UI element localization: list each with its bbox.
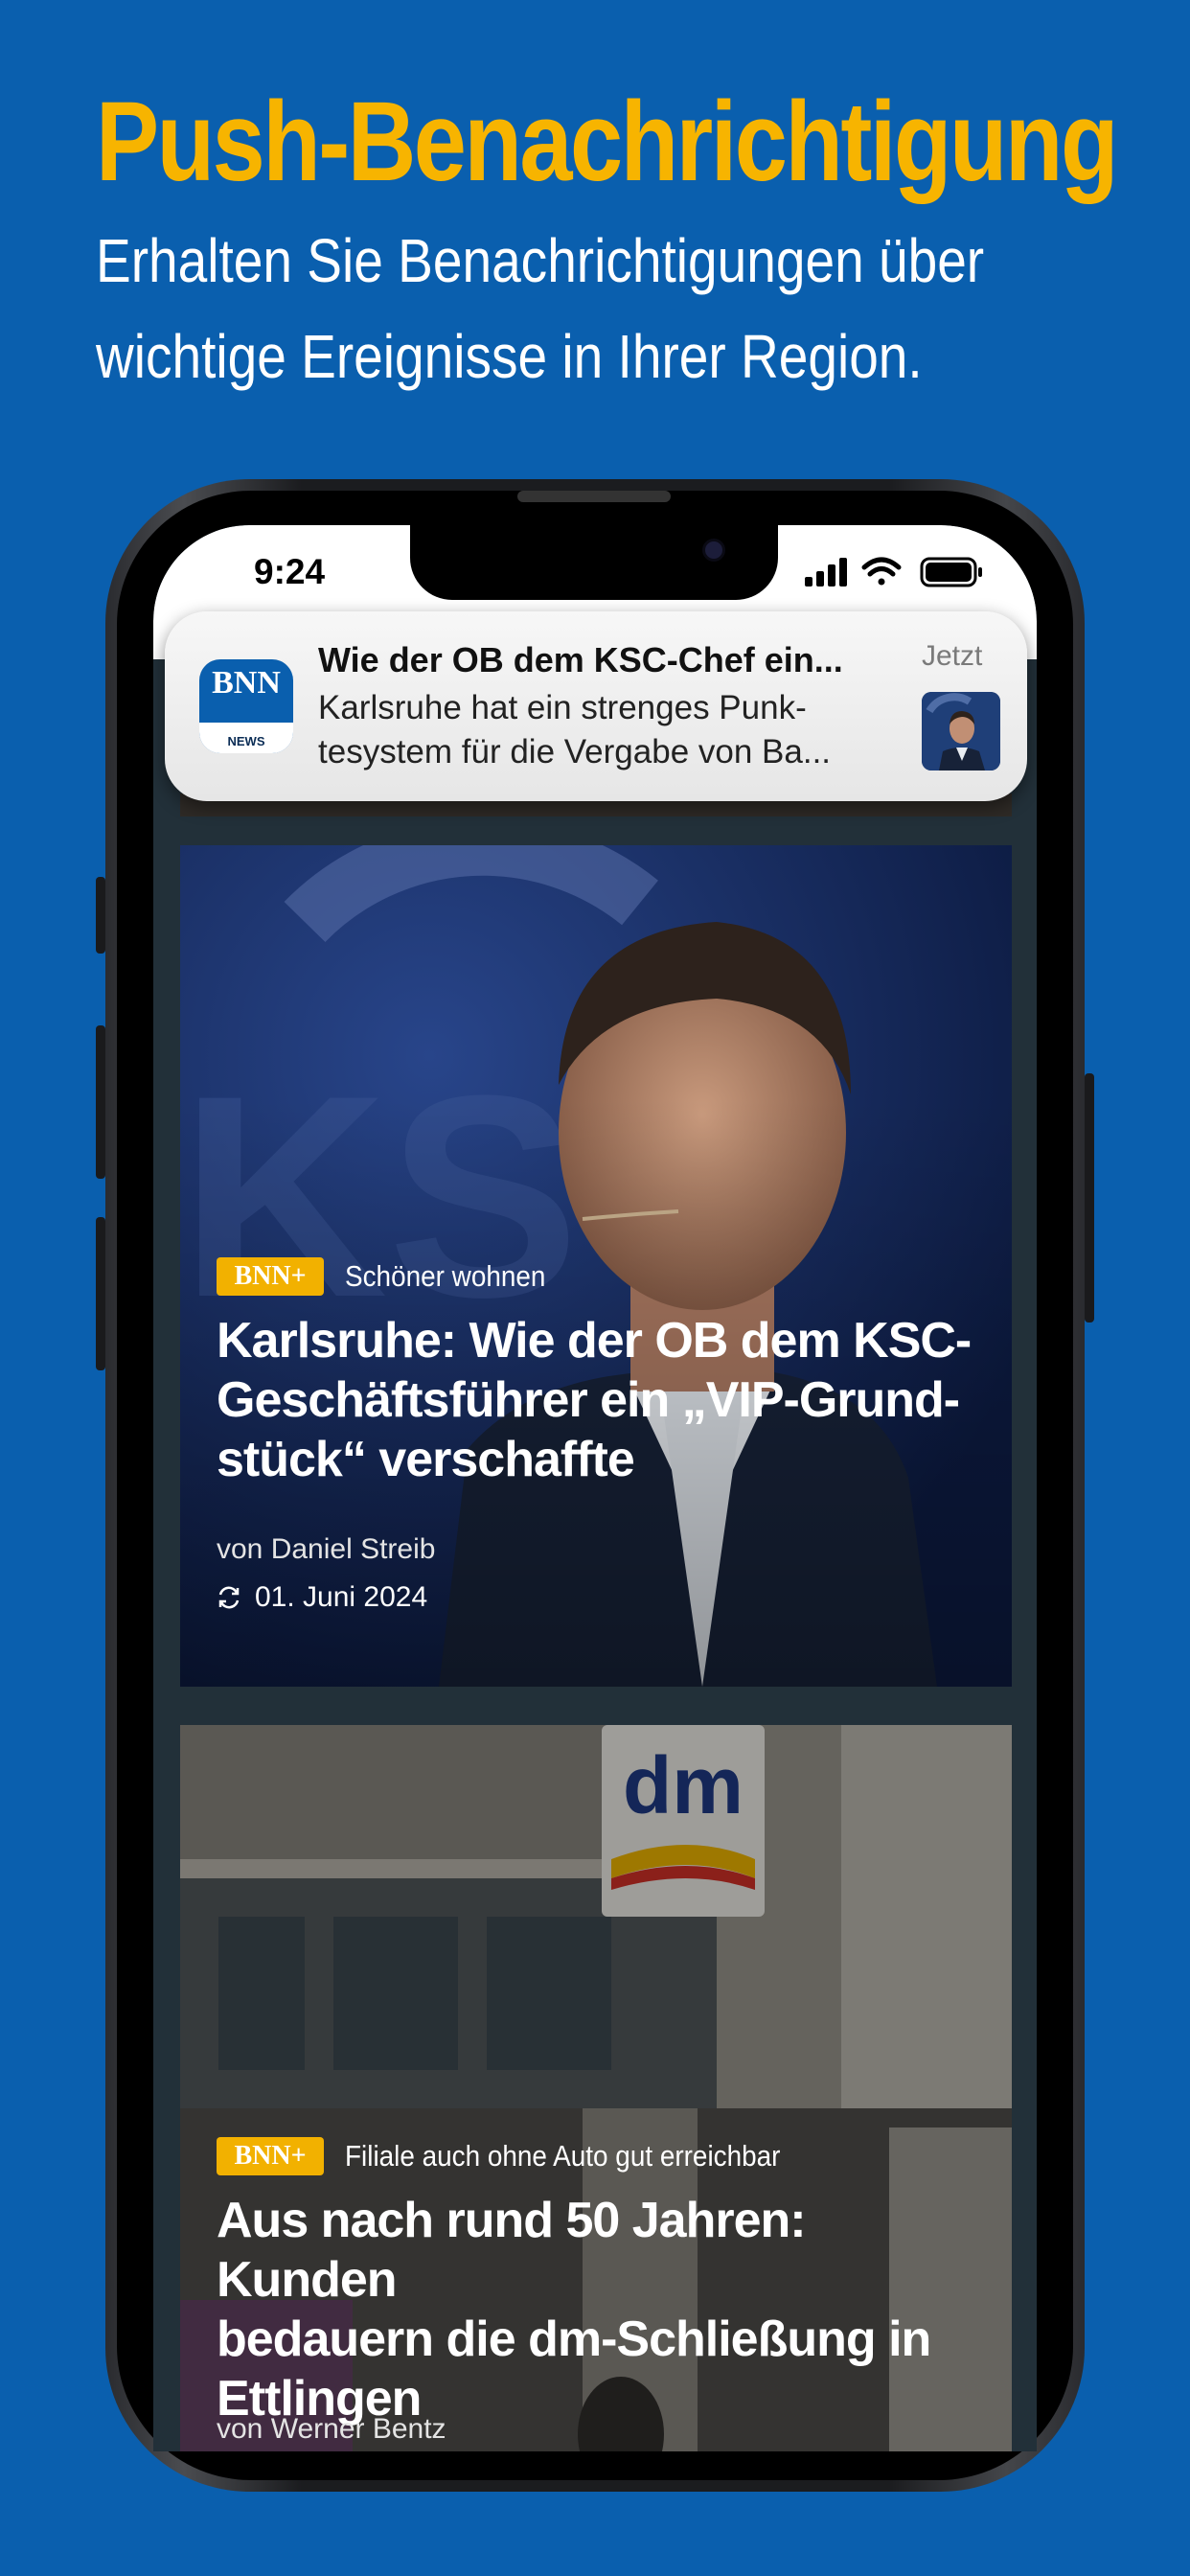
notification-title: Wie der OB dem KSC-Chef ein... — [318, 640, 843, 679]
app-icon-sub: NEWS — [227, 734, 265, 748]
headline-line: Aus nach rund 50 Jahren: Kunden — [217, 2193, 807, 2308]
notification-body-line: tesystem für die Vergabe von Ba... — [318, 733, 832, 770]
refresh-icon — [218, 1586, 240, 1609]
article-headline[interactable]: Aus nach rund 50 Jahren: Kunden bedauern… — [217, 2191, 973, 2428]
article-card[interactable]: KS BNN+ Schöner wohnen Karlsruhe: Wie de… — [180, 845, 1012, 1687]
wifi-icon — [861, 557, 902, 586]
article-headline[interactable]: Karlsruhe: Wie der OB dem KSC- Geschäfts… — [217, 1311, 973, 1489]
article-kicker: Schöner wohnen — [345, 1259, 546, 1293]
headline-line: Karlsruhe: Wie der OB dem KSC- — [217, 1313, 972, 1368]
app-icon-brand: BNN — [212, 665, 281, 701]
status-icons — [805, 557, 982, 587]
notification-thumbnail — [922, 692, 1000, 770]
headline-line: stück“ verschaffte — [217, 1432, 635, 1487]
battery-icon — [920, 557, 982, 587]
headline-line: Geschäftsführer ein „VIP-Grund- — [217, 1372, 960, 1428]
promo-title: Push-Benachrichtigung — [96, 79, 1119, 205]
article-author: von Daniel Streib — [217, 1533, 436, 1565]
phone-volume-down-button — [96, 1217, 105, 1370]
promo-subtitle: Erhalten Sie Benachrichtigungen über wic… — [96, 226, 985, 391]
notification-time: Jetzt — [922, 640, 983, 672]
article-author: von Werner Bentz — [217, 2413, 446, 2445]
notification-body-line: Karlsruhe hat ein strenges Punk- — [318, 689, 807, 726]
front-camera — [702, 539, 725, 562]
status-time: 9:24 — [254, 552, 326, 591]
article-date-row: 01. Juni 2024 — [217, 1581, 427, 1614]
bnn-plus-badge: BNN+ — [217, 1257, 324, 1296]
notification-body: Karlsruhe hat ein strenges Punk- tesyste… — [318, 686, 893, 774]
phone-speaker — [517, 491, 671, 502]
bnn-plus-badge: BNN+ — [217, 2137, 324, 2175]
article-card[interactable]: dm BNN+ Filiale auch ohne Auto gut errei… — [180, 1725, 1012, 2451]
phone-volume-up-button — [96, 1025, 105, 1179]
article-date: 01. Juni 2024 — [255, 1581, 428, 1613]
bnn-app-icon: BNN NEWS — [199, 659, 293, 753]
signal-icon — [805, 558, 847, 586]
notch — [410, 525, 778, 600]
article-kicker: Filiale auch ohne Auto gut erreichbar — [345, 2139, 781, 2173]
phone-screen: 9:24 BNN+ Schöner wohnen Karlsruhe: Wie … — [153, 525, 1037, 2451]
phone-power-button — [1085, 1073, 1094, 1322]
headline-line: bedauern die dm-Schließung in — [217, 2312, 931, 2367]
push-notification[interactable]: BNN NEWS Wie der OB dem KSC-Chef ein... … — [165, 611, 1027, 801]
phone-silent-switch — [96, 877, 105, 954]
